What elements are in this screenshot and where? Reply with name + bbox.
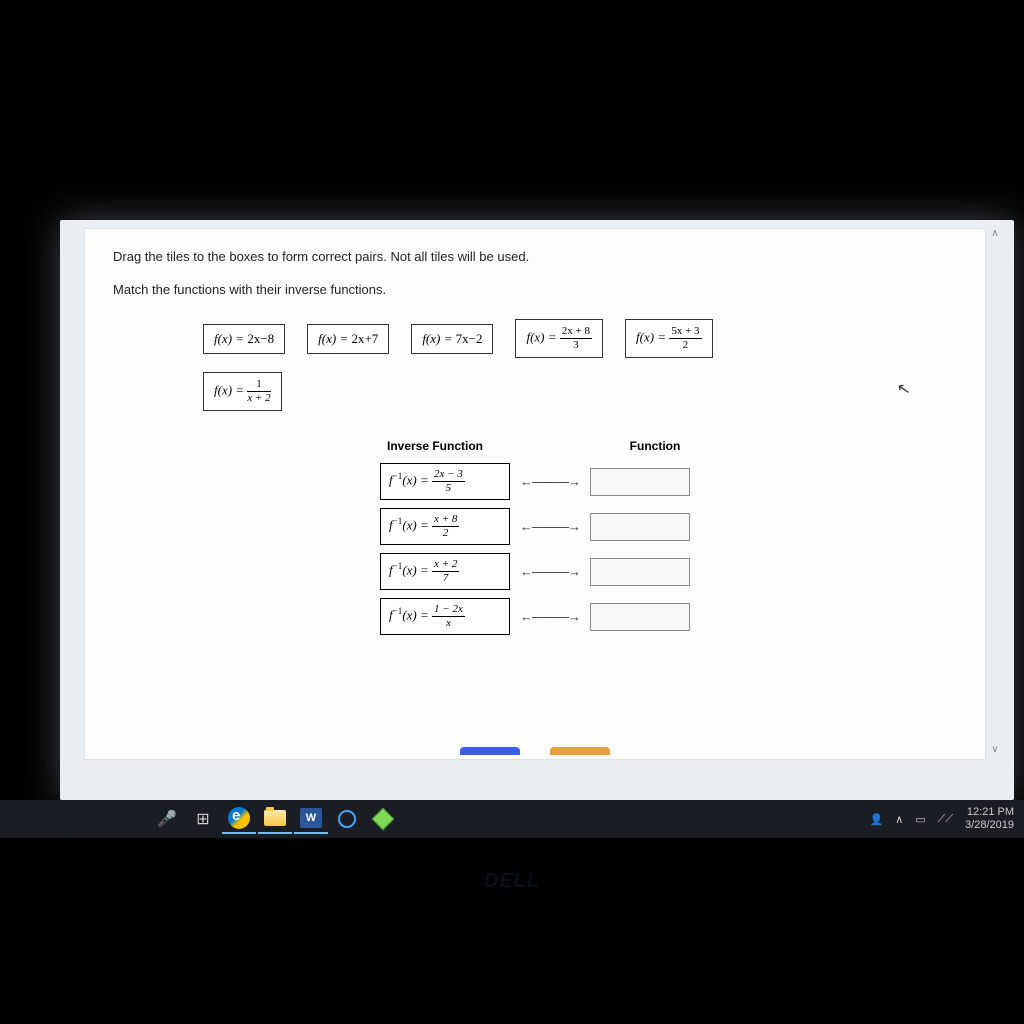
inverse-box-2: f−1(x) = x + 82	[380, 508, 510, 545]
instruction-secondary: Match the functions with their inverse f…	[113, 282, 957, 297]
battery-icon[interactable]: ▭	[915, 813, 925, 826]
tiles-row-1: f(x) = 2x−8 f(x) = 2x+7 f(x) = 7x−2 f(x)…	[203, 319, 957, 358]
time-text: 12:21 PM	[965, 806, 1014, 819]
arrow-icon: ←———→	[510, 564, 590, 579]
word-icon[interactable]: W	[294, 804, 328, 834]
match-row-4: f−1(x) = 1 − 2xx ←———→	[380, 598, 690, 635]
header-inverse-function: Inverse Function	[365, 439, 505, 453]
instruction-primary: Drag the tiles to the boxes to form corr…	[113, 249, 957, 264]
drop-target-1[interactable]	[590, 468, 690, 496]
tile-fx-5x3-over-2[interactable]: f(x) = 5x + 32	[625, 319, 713, 358]
drop-target-2[interactable]	[590, 513, 690, 541]
secondary-button[interactable]	[550, 747, 610, 755]
arrow-icon: ←———→	[510, 474, 590, 489]
tile-fx-2x8-over-3[interactable]: f(x) = 2x + 83	[515, 319, 603, 358]
tile-fx-7x-minus-2[interactable]: f(x) = 7x−2	[411, 324, 493, 354]
edge-browser-icon[interactable]	[222, 804, 256, 834]
tile-fx-2x-plus-7[interactable]: f(x) = 2x+7	[307, 324, 389, 354]
question-content: Drag the tiles to the boxes to form corr…	[84, 228, 986, 760]
inverse-box-1: f−1(x) = 2x − 35	[380, 463, 510, 500]
column-headers: Inverse Function Function	[365, 439, 705, 453]
date-text: 3/28/2019	[965, 819, 1014, 832]
taskbar-left: 🎤 ⊞ W	[150, 804, 400, 834]
tile-fx-1-over-x2[interactable]: f(x) = 1x + 2	[203, 372, 282, 411]
file-explorer-icon[interactable]	[258, 804, 292, 834]
clock[interactable]: 12:21 PM 3/28/2019	[965, 806, 1014, 832]
scroll-down-icon[interactable]: ∨	[988, 744, 1002, 758]
mouse-cursor-icon: ↖	[895, 378, 912, 400]
windows-taskbar: 🎤 ⊞ W 👤 ∧ ▭ ⟋⟋ 12:21 PM 3/28/2019	[0, 800, 1024, 838]
tile-fx-2x-minus-8[interactable]: f(x) = 2x−8	[203, 324, 285, 354]
tiles-row-2: f(x) = 1x + 2	[203, 372, 957, 411]
wifi-icon[interactable]: ⟋⟋	[938, 813, 953, 826]
task-view-icon[interactable]: ⊞	[186, 804, 220, 834]
people-icon[interactable]: 👤	[869, 813, 883, 826]
matching-area: Inverse Function Function f−1(x) = 2x − …	[113, 439, 957, 643]
cortana-icon[interactable]	[330, 804, 364, 834]
drop-target-4[interactable]	[590, 603, 690, 631]
match-row-3: f−1(x) = x + 27 ←———→	[380, 553, 690, 590]
drop-target-3[interactable]	[590, 558, 690, 586]
inverse-box-3: f−1(x) = x + 27	[380, 553, 510, 590]
inverse-box-4: f−1(x) = 1 − 2xx	[380, 598, 510, 635]
dell-logo: DELL	[484, 870, 540, 893]
arrow-icon: ←———→	[510, 519, 590, 534]
primary-button[interactable]	[460, 747, 520, 755]
sims-icon[interactable]	[366, 804, 400, 834]
header-function: Function	[605, 439, 705, 453]
match-row-2: f−1(x) = x + 82 ←———→	[380, 508, 690, 545]
browser-window: ∧ ∨ Drag the tiles to the boxes to form …	[60, 220, 1014, 800]
scroll-up-icon[interactable]: ∧	[988, 228, 1002, 242]
action-buttons-partial	[460, 747, 610, 755]
taskbar-right: 👤 ∧ ▭ ⟋⟋ 12:21 PM 3/28/2019	[869, 806, 1014, 832]
microphone-icon[interactable]: 🎤	[150, 804, 184, 834]
match-row-1: f−1(x) = 2x − 35 ←———→	[380, 463, 690, 500]
tray-chevron-icon[interactable]: ∧	[895, 813, 903, 826]
arrow-icon: ←———→	[510, 609, 590, 624]
